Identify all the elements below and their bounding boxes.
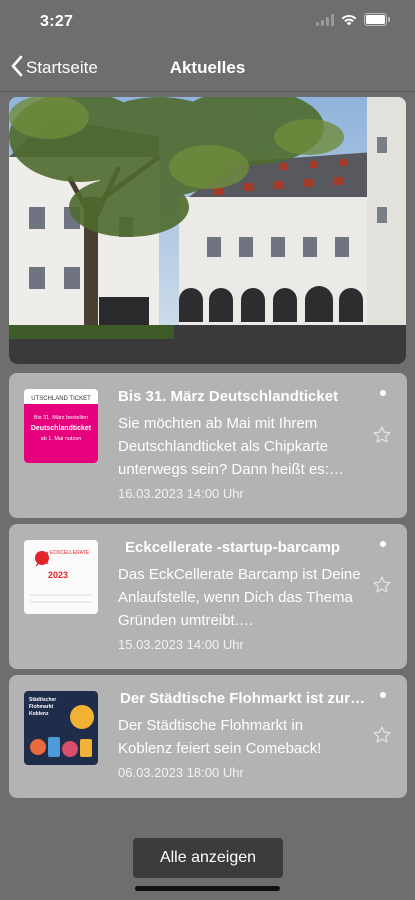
- page-title: Aktuelles: [169, 57, 246, 77]
- show-all-button[interactable]: Alle anzeigen: [133, 838, 283, 878]
- favorite-star-icon[interactable]: [372, 425, 392, 445]
- thumb-line: Städtischer: [29, 697, 56, 703]
- unread-indicator: [380, 390, 386, 396]
- favorite-star-icon[interactable]: [372, 725, 392, 745]
- wifi-icon: [341, 13, 357, 31]
- back-button[interactable]: Startseite: [10, 54, 98, 82]
- news-thumbnail: Städtischer Flohmarkt Koblenz: [24, 691, 98, 765]
- thumb-heading: ECKCELLERATE: [50, 550, 90, 556]
- thumb-line: Flohmarkt: [29, 704, 54, 710]
- thumb-line: ab 1. Mai nutzen: [41, 436, 82, 442]
- unread-indicator: [380, 692, 386, 698]
- news-card[interactable]: ECKCELLERATE 2023 Eckcellerate -startup-…: [9, 524, 407, 669]
- favorite-star-icon[interactable]: [372, 575, 392, 595]
- unread-indicator: [380, 541, 386, 547]
- news-thumbnail: UTSCHLAND TICKET Bis 31. März bestellen …: [24, 389, 98, 463]
- status-bar: 3:27: [0, 0, 415, 44]
- navigation-bar: Startseite Aktuelles: [0, 44, 415, 92]
- status-time: 3:27: [40, 13, 74, 30]
- news-date: 06.03.2023 18:00 Uhr: [118, 765, 244, 780]
- back-label: Startseite: [26, 58, 98, 77]
- news-text: Der Städtische Flohmarkt in Koblenz feie…: [118, 717, 322, 757]
- news-text: Sie möchten ab Mai mit Ihrem Deutschland…: [118, 415, 344, 478]
- thumb-line: Koblenz: [29, 711, 49, 717]
- news-title: Eckcellerate -startup-barcamp: [125, 539, 341, 556]
- signal-icon: [316, 13, 334, 31]
- news-date: 15.03.2023 14:00 Uhr: [118, 637, 244, 652]
- status-icons: [316, 13, 391, 31]
- news-date: 16.03.2023 14:00 Uhr: [118, 486, 244, 501]
- thumb-heading: UTSCHLAND TICKET: [31, 396, 91, 402]
- thumb-line: Bis 31. März bestellen: [34, 415, 88, 421]
- battery-icon: [364, 13, 391, 31]
- news-card[interactable]: Städtischer Flohmarkt Koblenz Der Städti…: [9, 675, 407, 798]
- news-thumbnail: ECKCELLERATE 2023: [24, 540, 98, 614]
- news-title: Der Städtische Flohmarkt ist zurück: [120, 690, 370, 707]
- thumb-line: Deutschlandticket: [31, 425, 92, 432]
- news-text: Das EckCellerate Barcamp ist Deine Anlau…: [118, 566, 361, 629]
- news-card[interactable]: UTSCHLAND TICKET Bis 31. März bestellen …: [9, 373, 407, 518]
- home-indicator: [135, 886, 280, 891]
- chevron-left-icon: [10, 55, 24, 82]
- hero-image: [9, 97, 406, 364]
- thumb-year: 2023: [48, 570, 68, 580]
- news-title: Bis 31. März Deutschlandticket: [118, 388, 339, 405]
